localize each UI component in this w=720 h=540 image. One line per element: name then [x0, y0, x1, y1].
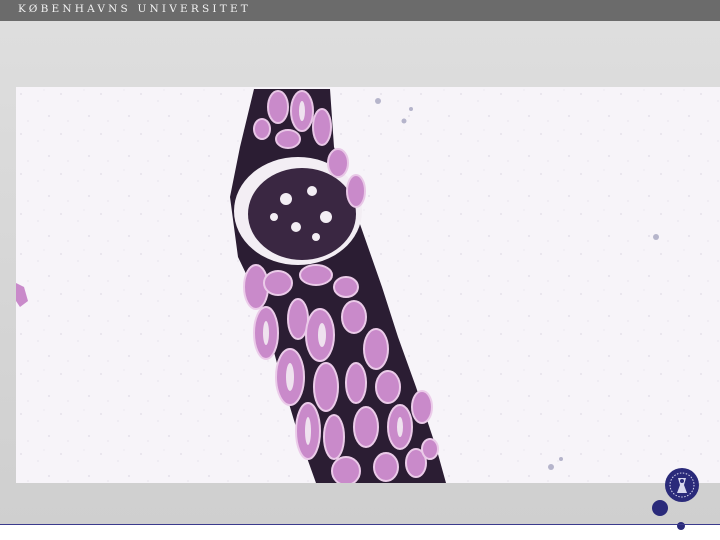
university-name: KØBENHAVNS UNIVERSITET — [18, 3, 252, 15]
university-seal-icon — [664, 467, 700, 503]
micrograph-image — [16, 87, 720, 483]
decorative-dot-large — [652, 500, 668, 516]
header-bar: KØBENHAVNS UNIVERSITET — [0, 0, 720, 21]
footer-rule — [0, 524, 720, 525]
